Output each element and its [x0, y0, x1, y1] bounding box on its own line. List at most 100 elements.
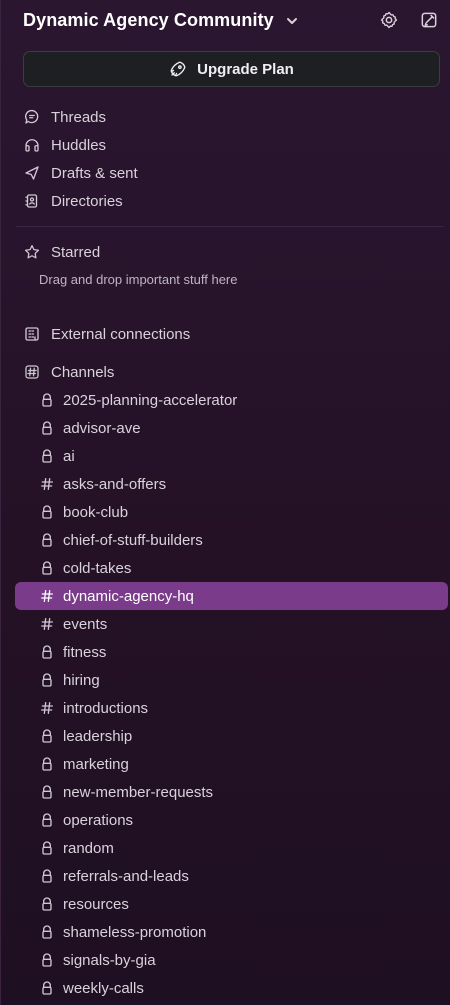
- lock-icon: [39, 924, 55, 940]
- chevron-down-icon[interactable]: [284, 13, 300, 29]
- gear-icon[interactable]: [378, 9, 400, 31]
- workspace-header: Dynamic Agency Community: [23, 8, 440, 32]
- channel-name: random: [63, 839, 114, 857]
- channel-name: cold-takes: [63, 559, 132, 577]
- starred-section: Starred Drag and drop important stuff he…: [23, 240, 440, 287]
- channel-name: operations: [63, 811, 134, 829]
- channel-item-chief-of-stuff-builders[interactable]: chief-of-stuff-builders: [0, 526, 450, 554]
- hash-icon: [39, 700, 55, 716]
- building-icon: [23, 325, 41, 343]
- channel-name: leadership: [63, 727, 133, 745]
- nav-item-label: Directories: [51, 192, 123, 210]
- channel-item-signals-by-gia[interactable]: signals-by-gia: [0, 946, 450, 974]
- channel-name: fitness: [63, 643, 107, 661]
- channel-name: shameless-promotion: [63, 923, 207, 941]
- lock-icon: [39, 868, 55, 884]
- hash-icon: [39, 476, 55, 492]
- channel-item-asks-and-offers[interactable]: asks-and-offers: [0, 470, 450, 498]
- channel-item-random[interactable]: random: [0, 834, 450, 862]
- hash-square-icon: [23, 363, 41, 381]
- nav-item-label: Threads: [51, 108, 107, 126]
- channel-name: weekly-calls: [63, 979, 144, 997]
- section-divider: [16, 226, 444, 227]
- channel-item-dynamic-agency-hq[interactable]: dynamic-agency-hq: [15, 582, 448, 610]
- channel-item-resources[interactable]: resources: [0, 890, 450, 918]
- channel-name: hiring: [63, 671, 100, 689]
- primary-nav: Threads Huddles Drafts & sent Directorie…: [23, 103, 440, 215]
- nav-item-drafts-sent[interactable]: Drafts & sent: [23, 159, 440, 187]
- channel-item-cold-takes[interactable]: cold-takes: [0, 554, 450, 582]
- rocket-icon: [169, 60, 187, 78]
- channel-item-referrals-and-leads[interactable]: referrals-and-leads: [0, 862, 450, 890]
- channel-item-leadership[interactable]: leadership: [0, 722, 450, 750]
- starred-hint: Drag and drop important stuff here: [39, 272, 238, 287]
- channel-item-operations[interactable]: operations: [0, 806, 450, 834]
- lock-icon: [39, 896, 55, 912]
- lock-icon: [39, 784, 55, 800]
- lock-icon: [39, 560, 55, 576]
- channel-name: introductions: [63, 699, 149, 717]
- channel-item-advisor-ave[interactable]: advisor-ave: [0, 414, 450, 442]
- lock-icon: [39, 448, 55, 464]
- nav-item-threads[interactable]: Threads: [23, 103, 440, 131]
- channel-name: resources: [63, 895, 129, 913]
- channel-name: marketing: [63, 755, 129, 773]
- channel-item-shameless-promotion[interactable]: shameless-promotion: [0, 918, 450, 946]
- channel-name: referrals-and-leads: [63, 867, 189, 885]
- channel-item-weekly-calls[interactable]: weekly-calls: [0, 974, 450, 1002]
- channel-name: dynamic-agency-hq: [63, 587, 194, 605]
- lock-icon: [39, 672, 55, 688]
- channel-item-book-club[interactable]: book-club: [0, 498, 450, 526]
- channel-item-introductions[interactable]: introductions: [0, 694, 450, 722]
- channel-item-events[interactable]: events: [0, 610, 450, 638]
- lock-icon: [39, 756, 55, 772]
- header-actions: [378, 9, 440, 31]
- nav-item-directories[interactable]: Directories: [23, 187, 440, 215]
- channel-name: signals-by-gia: [63, 951, 156, 969]
- external-connections-label: External connections: [51, 325, 191, 343]
- external-connections[interactable]: External connections: [23, 322, 440, 346]
- channel-item-2025-planning-accelerator[interactable]: 2025-planning-accelerator: [0, 386, 450, 414]
- lock-icon: [39, 644, 55, 660]
- lock-icon: [39, 728, 55, 744]
- channel-name: ai: [63, 447, 75, 465]
- lock-icon: [39, 980, 55, 996]
- channel-item-hiring[interactable]: hiring: [0, 666, 450, 694]
- channels-header[interactable]: Channels: [23, 360, 440, 384]
- lock-icon: [39, 952, 55, 968]
- starred-header[interactable]: Starred: [23, 240, 440, 264]
- channel-name: book-club: [63, 503, 129, 521]
- channels-label: Channels: [51, 363, 115, 381]
- channel-name: chief-of-stuff-builders: [63, 531, 203, 549]
- starred-label: Starred: [51, 243, 101, 261]
- channel-item-marketing[interactable]: marketing: [0, 750, 450, 778]
- contacts-icon: [23, 192, 41, 210]
- lock-icon: [39, 812, 55, 828]
- lock-icon: [39, 532, 55, 548]
- channel-item-new-member-requests[interactable]: new-member-requests: [0, 778, 450, 806]
- upgrade-plan-label: Upgrade Plan: [197, 60, 294, 78]
- headphones-icon: [23, 136, 41, 154]
- lock-icon: [39, 840, 55, 856]
- channel-item-fitness[interactable]: fitness: [0, 638, 450, 666]
- channel-name: events: [63, 615, 108, 633]
- channel-name: 2025-planning-accelerator: [63, 391, 238, 409]
- channel-item-ai[interactable]: ai: [0, 442, 450, 470]
- lock-icon: [39, 504, 55, 520]
- channel-name: asks-and-offers: [63, 475, 167, 493]
- lock-icon: [39, 392, 55, 408]
- send-icon: [23, 164, 41, 182]
- lock-icon: [39, 420, 55, 436]
- nav-item-label: Huddles: [51, 136, 107, 154]
- nav-item-label: Drafts & sent: [51, 164, 138, 182]
- channel-list: 2025-planning-accelerator advisor-ave ai…: [0, 386, 450, 1002]
- upgrade-plan-button[interactable]: Upgrade Plan: [23, 51, 440, 87]
- threads-icon: [23, 108, 41, 126]
- channel-name: new-member-requests: [63, 783, 214, 801]
- hash-icon: [39, 588, 55, 604]
- nav-item-huddles[interactable]: Huddles: [23, 131, 440, 159]
- hash-icon: [39, 616, 55, 632]
- workspace-title[interactable]: Dynamic Agency Community: [23, 10, 274, 31]
- star-icon: [23, 243, 41, 261]
- compose-icon[interactable]: [418, 9, 440, 31]
